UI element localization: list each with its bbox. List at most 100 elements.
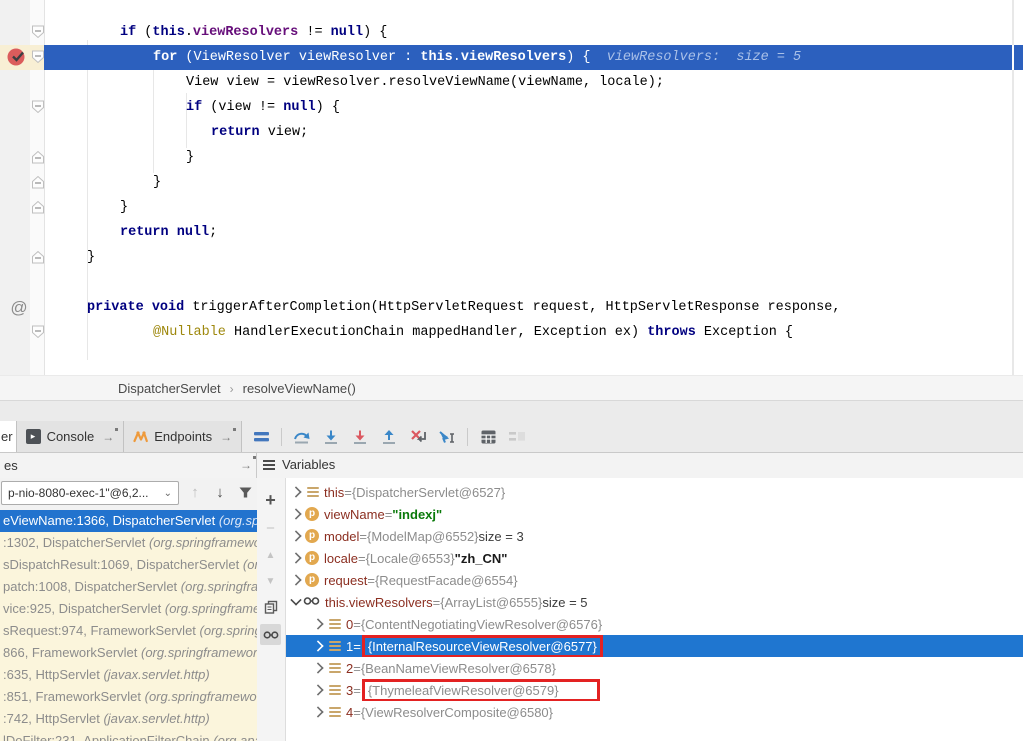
variable-name: this	[324, 485, 344, 500]
stack-frame-row[interactable]: :742, HttpServlet (javax.servlet.http)	[0, 708, 257, 730]
variable-row[interactable]: 0 = {ContentNegotiatingViewResolver@6576…	[286, 613, 1023, 635]
code-line[interactable]: View view = viewResolver.resolveViewName…	[44, 70, 1023, 95]
editor-debugger-splitter[interactable]	[0, 400, 1023, 422]
tab-endpoints[interactable]: Endpoints →	[124, 421, 242, 452]
fold-marker-icon[interactable]	[31, 250, 45, 264]
variables-menu-icon[interactable]	[263, 458, 275, 472]
code-line[interactable]: return null;	[44, 220, 1023, 245]
stack-frame-row[interactable]: vice:925, DispatcherServlet (org.springf…	[0, 598, 257, 620]
stack-frame-row[interactable]: lDoFilter:231, ApplicationFilterChain (o…	[0, 730, 257, 741]
fold-marker-icon[interactable]	[31, 175, 45, 189]
variable-value: =	[385, 507, 393, 522]
layout-settings-icon[interactable]	[508, 428, 526, 446]
fold-marker-icon[interactable]	[31, 25, 45, 39]
code-line[interactable]: @Nullable HandlerExecutionChain mappedHa…	[44, 320, 1023, 345]
fold-marker-icon[interactable]	[31, 150, 45, 164]
add-watch-icon[interactable]: +	[260, 490, 281, 511]
stack-frame-row[interactable]: :851, FrameworkServlet (org.springframew…	[0, 686, 257, 708]
chevron-right-icon[interactable]	[312, 706, 323, 717]
code-token: }	[120, 200, 128, 215]
code-line[interactable]: }	[44, 195, 1023, 220]
chevron-right-icon[interactable]	[312, 662, 323, 673]
stack-frame-row[interactable]: eViewName:1366, DispatcherServlet (org.s…	[0, 510, 257, 532]
code-token: viewResolvers	[193, 25, 298, 40]
variable-row[interactable]: 2 = {BeanNameViewResolver@6578}	[286, 657, 1023, 679]
code-line[interactable]: if (view != null) {	[44, 95, 1023, 120]
chevron-right-icon[interactable]	[312, 640, 323, 651]
chevron-right-icon[interactable]	[290, 508, 301, 519]
debugger-panel-headers: es → Variables	[0, 452, 1023, 480]
code-token	[144, 300, 152, 315]
duplicate-watch-icon[interactable]	[260, 596, 281, 617]
variable-row[interactable]: this.viewResolvers = {ArrayList@6555} si…	[286, 591, 1023, 613]
chevron-right-icon[interactable]	[312, 618, 323, 629]
evaluate-expression-icon[interactable]	[479, 428, 497, 446]
thread-selector[interactable]: p-nio-8080-exec-1"@6,2... ⌄	[1, 481, 179, 505]
code-line[interactable]	[44, 270, 1023, 295]
filter-frames-icon[interactable]	[236, 483, 254, 501]
chevron-right-icon[interactable]	[290, 486, 301, 497]
code-token: }	[87, 250, 95, 265]
code-token: triggerAfterCompletion(HttpServletReques…	[184, 300, 840, 315]
stack-frame-row[interactable]: :635, HttpServlet (javax.servlet.http)	[0, 664, 257, 686]
show-watches-icon[interactable]	[260, 624, 281, 645]
chevron-right-icon[interactable]	[290, 530, 301, 541]
fold-marker-icon[interactable]	[31, 50, 45, 64]
previous-frame-icon[interactable]: ↑	[186, 483, 204, 501]
variable-value: =	[359, 529, 367, 544]
code-line[interactable]: return view;	[44, 120, 1023, 145]
chevron-right-icon[interactable]	[290, 552, 301, 563]
chevron-down-icon[interactable]	[290, 594, 301, 605]
endpoints-icon	[133, 429, 148, 444]
stack-frame-row[interactable]: :1302, DispatcherServlet (org.springfram…	[0, 532, 257, 554]
tab-console[interactable]: ▸ Console →	[17, 421, 125, 452]
chevron-right-icon[interactable]	[312, 684, 323, 695]
stack-frame-row[interactable]: patch:1008, DispatcherServlet (org.sprin…	[0, 576, 257, 598]
stack-frame-row[interactable]: sRequest:974, FrameworkServlet (org.spri…	[0, 620, 257, 642]
variable-row[interactable]: pviewName = "indexj"	[286, 503, 1023, 525]
code-line[interactable]: if (this.viewResolvers != null) {	[44, 20, 1023, 45]
remove-watch-icon[interactable]: −	[260, 518, 281, 539]
code-editor[interactable]: @ if (this.viewResolvers != null) {for (…	[0, 0, 1023, 375]
fold-marker-icon[interactable]	[31, 325, 45, 339]
breakpoint-icon[interactable]	[6, 46, 28, 68]
step-out-icon[interactable]	[380, 428, 398, 446]
drop-frame-icon[interactable]	[409, 428, 427, 446]
breadcrumb-class[interactable]: DispatcherServlet	[118, 381, 221, 396]
variable-row[interactable]: prequest = {RequestFacade@6554}	[286, 569, 1023, 591]
code-line[interactable]: private void triggerAfterCompletion(Http…	[44, 295, 1023, 320]
fold-marker-icon[interactable]	[31, 200, 45, 214]
panel-divider[interactable]	[256, 453, 257, 479]
code-line[interactable]: }	[44, 245, 1023, 270]
variable-row[interactable]: plocale = {Locale@6553} "zh_CN"	[286, 547, 1023, 569]
debugger-actions-icon[interactable]	[252, 428, 270, 446]
force-step-into-icon[interactable]	[351, 428, 369, 446]
next-frame-icon[interactable]: ↓	[211, 483, 229, 501]
frame-package: (org.apa	[213, 733, 257, 741]
move-watch-down-icon[interactable]: ▼	[260, 571, 281, 592]
step-over-icon[interactable]	[293, 428, 311, 446]
execution-line[interactable]: for (ViewResolver viewResolver : this.vi…	[44, 45, 1023, 70]
watches-toolbar: + − ▲ ▼	[257, 478, 286, 741]
move-watch-up-icon[interactable]: ▲	[260, 545, 281, 566]
variable-row[interactable]: 1 = {InternalResourceViewResolver@6577}	[286, 635, 1023, 657]
code-line[interactable]: }	[44, 145, 1023, 170]
red-annotation-box: {ThymeleafViewResolver@6579}	[362, 679, 600, 701]
chevron-right-icon[interactable]	[290, 574, 301, 585]
variable-row[interactable]: this = {DispatcherServlet@6527}	[286, 481, 1023, 503]
code-line[interactable]: }	[44, 170, 1023, 195]
step-into-icon[interactable]	[322, 428, 340, 446]
variable-name: request	[324, 573, 367, 588]
variable-row[interactable]: 4 = {ViewResolverComposite@6580}	[286, 701, 1023, 723]
breadcrumb-method[interactable]: resolveViewName()	[243, 381, 356, 396]
frame-location: :635, HttpServlet	[3, 667, 103, 682]
stack-frame-row[interactable]: 866, FrameworkServlet (org.springframewo…	[0, 642, 257, 664]
frames-pin-icon[interactable]: →	[240, 458, 252, 472]
tab-debugger-partial[interactable]: er	[0, 421, 17, 452]
variable-row[interactable]: pmodel = {ModelMap@6552} size = 3	[286, 525, 1023, 547]
tab-endpoints-label: Endpoints	[154, 429, 212, 444]
variable-row[interactable]: 3 = {ThymeleafViewResolver@6579}	[286, 679, 1023, 701]
run-to-cursor-icon[interactable]	[438, 428, 456, 446]
fold-marker-icon[interactable]	[31, 100, 45, 114]
stack-frame-row[interactable]: sDispatchResult:1069, DispatcherServlet …	[0, 554, 257, 576]
